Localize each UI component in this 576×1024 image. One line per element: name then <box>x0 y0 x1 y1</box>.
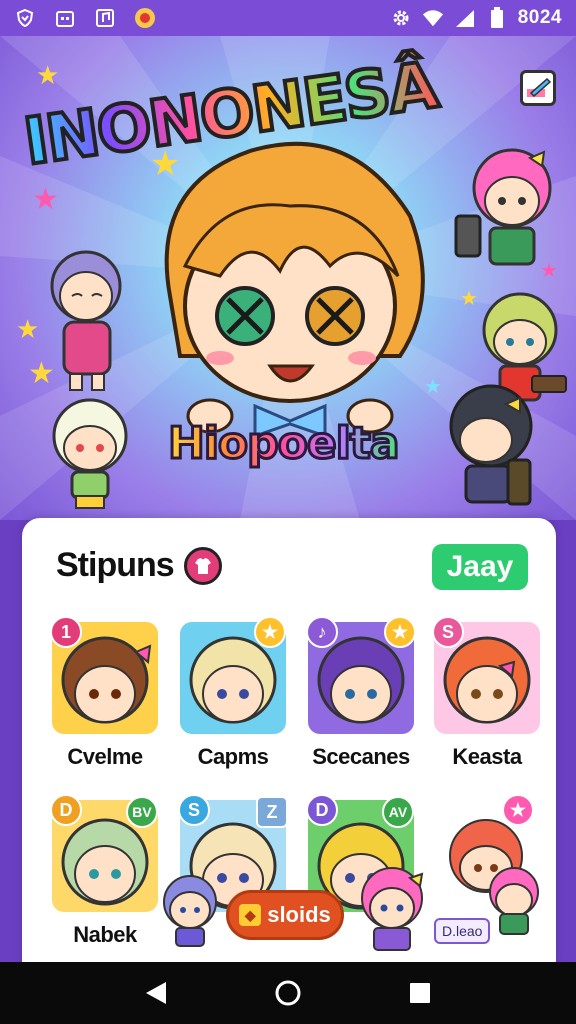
star-icon: ★ <box>32 183 59 216</box>
mini-character-blue <box>163 875 217 947</box>
card-label: Cvelme <box>67 744 143 769</box>
side-character-white-hair <box>52 398 128 509</box>
star-icon: ★ <box>460 288 478 310</box>
recents-icon[interactable] <box>400 973 440 1013</box>
star-icon: ★ <box>28 357 55 390</box>
back-icon[interactable] <box>136 973 176 1013</box>
calendar-icon <box>54 8 76 28</box>
character-card[interactable]: ♪ ★ Scecanes <box>306 616 418 770</box>
record-icon <box>134 8 156 28</box>
star-badge-icon: ★ <box>502 794 534 826</box>
star-icon: ★ <box>424 376 442 398</box>
status-time: 8024 <box>517 7 562 28</box>
status-bar: 8024 <box>0 0 576 36</box>
side-character-dark-hair <box>449 384 533 506</box>
shirt-icon[interactable] <box>183 546 222 585</box>
music-icon <box>94 8 116 28</box>
card-label: Keasta <box>452 744 522 769</box>
name-tag: D.leao <box>434 918 491 944</box>
home-icon[interactable] <box>268 973 308 1013</box>
music-badge-icon: ♪ <box>306 616 338 648</box>
corner-tag: Z <box>256 796 288 828</box>
star-icon: ★ <box>36 60 60 90</box>
card-rank-badge: S <box>178 794 210 826</box>
star-icon: ★ <box>540 260 558 282</box>
ticket-icon: ◆ <box>239 904 262 926</box>
card-label: Nabek <box>73 922 137 947</box>
card-label: Scecanes <box>312 744 410 769</box>
corner-tag: AV <box>382 796 414 828</box>
panel-header: Stipuns <box>56 546 222 585</box>
card-rank-badge: S <box>432 616 464 648</box>
mini-character-pink <box>361 867 424 951</box>
edit-icon[interactable] <box>520 70 556 106</box>
card-label: Capms <box>197 744 269 769</box>
main-character-illustration <box>164 141 425 439</box>
character-card[interactable]: ★ Capms <box>180 616 290 770</box>
star-badge-icon: ★ <box>384 616 416 648</box>
star-icon: ★ <box>150 145 181 183</box>
character-card[interactable]: 1 Cvelme <box>50 616 162 770</box>
wifi-icon <box>422 8 444 28</box>
join-button[interactable]: Jaay <box>432 544 528 590</box>
panel-title: Stipuns <box>56 546 175 584</box>
hero-banner: INONONESÂ ★ ★ ★ ★ ★ ★ ★ ★ Hiopoelta <box>0 36 576 520</box>
sleds-label: sloids <box>267 902 331 927</box>
card-rank-badge: 1 <box>50 616 82 648</box>
star-badge-icon: ★ <box>254 616 286 648</box>
gear-icon <box>390 8 412 28</box>
card-rank-badge: D <box>306 794 338 826</box>
character-card[interactable]: S Keasta <box>432 616 544 770</box>
sleds-button[interactable]: ◆ sloids <box>226 890 344 940</box>
corner-tag: BV <box>126 796 158 828</box>
hero-subtitle: Hiopoelta <box>167 417 402 471</box>
character-card[interactable]: D BV Nabek <box>50 794 162 948</box>
signal-icon <box>454 8 476 28</box>
shield-icon <box>14 8 36 28</box>
navigation-bar <box>0 962 576 1024</box>
card-rank-badge: D <box>50 794 82 826</box>
star-icon: ★ <box>16 314 40 344</box>
battery-icon <box>486 7 508 28</box>
